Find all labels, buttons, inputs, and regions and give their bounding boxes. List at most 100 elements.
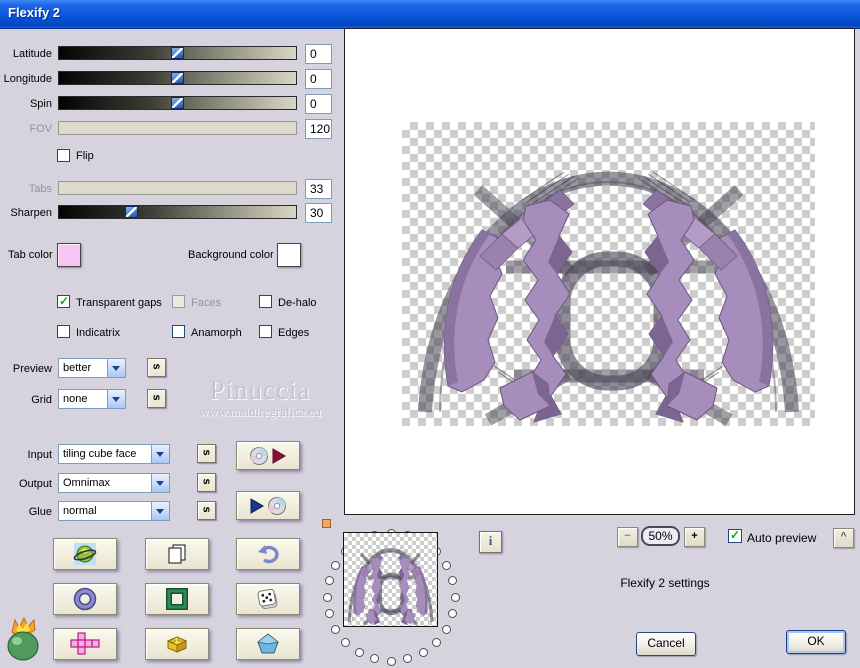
undo-button[interactable] <box>236 538 300 570</box>
zoom-out-button[interactable]: − <box>617 527 638 547</box>
copy-button[interactable] <box>145 538 209 570</box>
chevron-down-icon[interactable] <box>107 390 125 408</box>
memory-dot[interactable] <box>441 560 451 570</box>
pentagon-icon <box>257 633 279 654</box>
indicatrix-checkbox[interactable] <box>57 325 70 338</box>
memory-dot[interactable] <box>354 647 364 657</box>
spin-value-field[interactable] <box>305 94 332 114</box>
longitude-slider-thumb[interactable] <box>171 72 184 84</box>
memory-dot[interactable] <box>418 647 428 657</box>
settings-thumbnail[interactable] <box>343 532 438 627</box>
grid-shuffle-button[interactable]: s <box>147 389 166 408</box>
cube-net-button[interactable] <box>53 628 117 660</box>
output-shuffle-button[interactable]: s <box>197 473 216 492</box>
title-bar[interactable]: Flexify 2 <box>0 0 860 29</box>
edges-checkbox[interactable] <box>259 325 272 338</box>
chevron-down-icon[interactable] <box>151 474 169 492</box>
square-ring-icon <box>166 588 188 610</box>
fov-slider <box>58 121 297 135</box>
cancel-button[interactable]: Cancel <box>636 632 696 656</box>
planet-icon <box>73 543 97 565</box>
longitude-value-field[interactable] <box>305 69 332 89</box>
anamorph-checkbox[interactable] <box>172 325 185 338</box>
torus-button[interactable] <box>53 583 117 615</box>
memory-dot[interactable] <box>448 609 458 619</box>
tabs-value-field[interactable] <box>305 179 332 199</box>
glue-shuffle-button[interactable]: s <box>197 501 216 520</box>
spin-slider[interactable] <box>58 96 297 110</box>
grid-label: Grid <box>31 394 52 406</box>
preview-label: Preview <box>12 363 52 375</box>
memory-dot[interactable] <box>386 656 396 666</box>
brick-button[interactable] <box>145 628 209 660</box>
save-settings-button[interactable] <box>236 441 300 470</box>
dice-button[interactable] <box>236 583 300 615</box>
brick-icon <box>166 636 188 653</box>
sharpen-label: Sharpen <box>10 207 52 219</box>
longitude-slider[interactable] <box>58 71 297 85</box>
watermark-name: Pinuccia <box>209 375 311 405</box>
output-dropdown[interactable]: Omnimax <box>58 473 170 493</box>
watermark-url: www.maidiregrafica.eu <box>199 404 321 419</box>
flexified-image <box>402 122 815 426</box>
thumbnail-image <box>344 533 437 626</box>
zoom-in-button[interactable]: + <box>684 527 705 547</box>
chevron-down-icon[interactable] <box>151 502 169 520</box>
latitude-value-field[interactable] <box>305 44 332 64</box>
preview-shuffle-button[interactable]: s <box>147 358 166 377</box>
latitude-slider[interactable] <box>58 46 297 60</box>
ok-button[interactable]: OK <box>786 630 846 654</box>
collapse-button[interactable]: ^ <box>833 528 854 548</box>
grid-dropdown[interactable]: none <box>58 389 126 409</box>
pentagon-button[interactable] <box>236 628 300 660</box>
flaming-pear-logo[interactable] <box>4 616 46 662</box>
input-dropdown[interactable]: tiling cube face <box>58 444 170 464</box>
latitude-slider-thumb[interactable] <box>171 47 184 59</box>
undo-arrow-icon <box>258 545 279 564</box>
memory-dot[interactable] <box>369 654 379 664</box>
spin-slider-thumb[interactable] <box>171 97 184 109</box>
panel-resize-handle[interactable] <box>322 519 331 528</box>
auto-preview-label: Auto preview <box>747 531 817 545</box>
info-icon: i <box>488 533 493 548</box>
settings-caption: Flexify 2 settings <box>620 576 710 590</box>
output-dropdown-value: Omnimax <box>63 477 111 489</box>
tab-color-swatch[interactable] <box>57 243 81 267</box>
output-label: Output <box>18 478 52 490</box>
de-halo-checkbox[interactable] <box>259 295 272 308</box>
chevron-down-icon[interactable] <box>107 359 125 377</box>
chevron-down-icon[interactable] <box>151 445 169 463</box>
square-ring-button[interactable] <box>145 583 209 615</box>
info-button[interactable]: i <box>479 531 502 553</box>
flaming-pear-icon <box>7 616 39 661</box>
preview-dropdown[interactable]: better <box>58 358 126 378</box>
memory-dot[interactable] <box>441 624 451 634</box>
transparent-gaps-checkbox[interactable] <box>57 294 70 308</box>
preview-image[interactable] <box>402 122 815 426</box>
memory-dot[interactable] <box>331 560 341 570</box>
memory-dot[interactable] <box>324 609 334 619</box>
load-settings-button[interactable] <box>236 491 300 520</box>
sharpen-slider[interactable] <box>58 205 297 219</box>
faces-label: Faces <box>191 297 221 309</box>
background-color-swatch[interactable] <box>277 243 301 267</box>
dice-icon <box>257 588 278 610</box>
memory-dot[interactable] <box>403 654 413 664</box>
tabs-slider <box>58 181 297 195</box>
de-halo-label: De-halo <box>278 297 317 309</box>
auto-preview-checkbox[interactable] <box>728 528 742 543</box>
memory-dot[interactable] <box>431 637 441 647</box>
memory-dot[interactable] <box>341 637 351 647</box>
memory-dot[interactable] <box>331 624 341 634</box>
flip-checkbox[interactable] <box>57 149 70 162</box>
memory-dot[interactable] <box>324 575 334 585</box>
glue-dropdown[interactable]: normal <box>58 501 170 521</box>
memory-dot[interactable] <box>450 592 460 602</box>
memory-dot[interactable] <box>322 592 332 602</box>
sharpen-value-field[interactable] <box>305 203 332 223</box>
sharpen-slider-thumb[interactable] <box>125 206 138 218</box>
input-shuffle-button[interactable]: s <box>197 444 216 463</box>
planet-button[interactable] <box>53 538 117 570</box>
fov-value-field[interactable] <box>305 119 332 139</box>
memory-dot[interactable] <box>448 575 458 585</box>
